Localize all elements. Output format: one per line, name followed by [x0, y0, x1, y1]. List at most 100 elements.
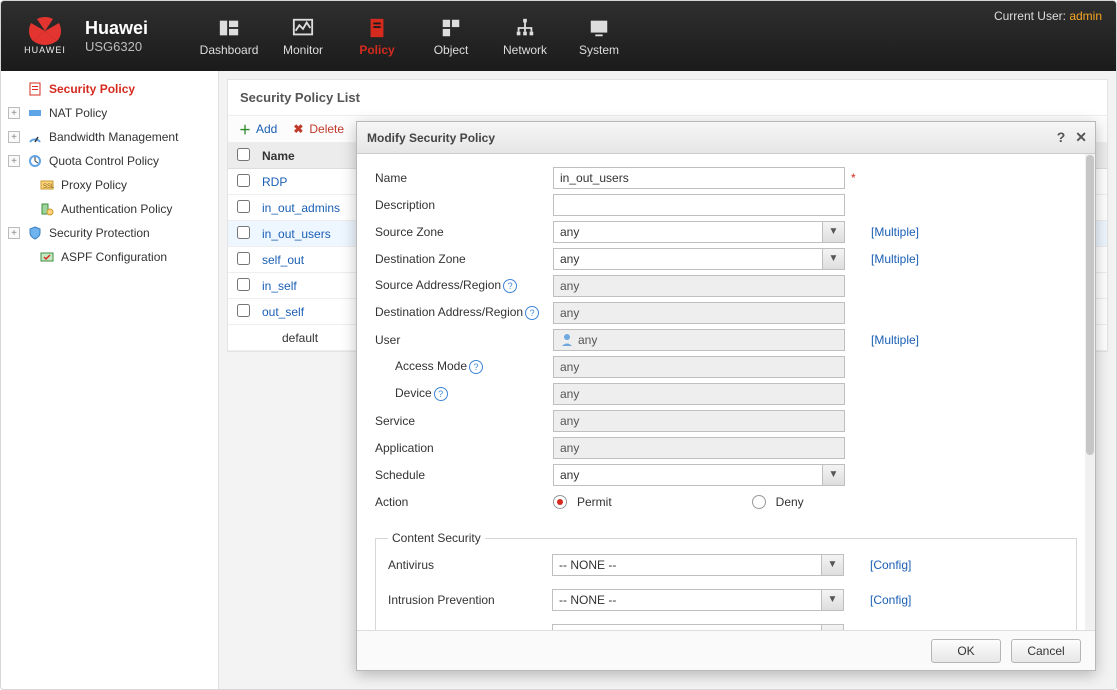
- label-schedule: Schedule: [375, 468, 553, 482]
- nav-label: Network: [488, 43, 562, 57]
- row-checkbox[interactable]: [237, 226, 250, 239]
- add-button[interactable]: ＋ Add: [238, 122, 277, 136]
- dialog-scrollbar[interactable]: [1085, 154, 1095, 630]
- app-frame: HUAWEI Huawei USG6320 Dashboard Monitor …: [0, 0, 1117, 690]
- antivirus-select[interactable]: -- NONE --▼: [552, 554, 844, 576]
- object-icon: [440, 17, 462, 39]
- nav-label: Object: [414, 43, 488, 57]
- row-name[interactable]: in_self: [258, 279, 297, 293]
- expand-icon[interactable]: +: [8, 131, 20, 143]
- modify-policy-dialog: Modify Security Policy ? ✕ Name * Descri…: [356, 121, 1096, 671]
- url-filtering-select[interactable]: block_social_nets ▼: [552, 624, 844, 631]
- row-checkbox[interactable]: [237, 200, 250, 213]
- row-name[interactable]: RDP: [258, 175, 287, 189]
- current-user: Current User: admin: [994, 9, 1102, 23]
- dialog-body: Name * Description Source Zone any▼ [Mul…: [357, 154, 1095, 630]
- content-security-group: Content Security Antivirus -- NONE --▼ […: [375, 531, 1077, 630]
- expand-icon[interactable]: +: [8, 155, 20, 167]
- application-field[interactable]: any: [553, 437, 845, 459]
- row-name[interactable]: in_out_admins: [258, 201, 340, 215]
- row-name[interactable]: in_out_users: [258, 227, 331, 241]
- sidebar-item-nat-policy[interactable]: + NAT Policy: [1, 101, 218, 125]
- sidebar-item-label: Quota Control Policy: [49, 154, 159, 168]
- add-label: Add: [256, 122, 277, 136]
- field-value: any: [560, 279, 579, 293]
- row-name[interactable]: out_self: [258, 305, 304, 319]
- cancel-button[interactable]: Cancel: [1011, 639, 1081, 663]
- user-icon: [560, 333, 574, 347]
- scrollbar-thumb[interactable]: [1086, 155, 1094, 455]
- brand-model: USG6320: [85, 39, 148, 54]
- chevron-down-icon: ▼: [821, 625, 843, 631]
- config-link[interactable]: [Config]: [870, 593, 911, 607]
- label-dest-addr: Destination Address/Region?: [375, 305, 553, 320]
- intrusion-select[interactable]: -- NONE --▼: [552, 589, 844, 611]
- sidebar-item-security-policy[interactable]: Security Policy: [1, 77, 218, 101]
- sidebar-item-bandwidth[interactable]: + Bandwidth Management: [1, 125, 218, 149]
- schedule-select[interactable]: any▼: [553, 464, 845, 486]
- row-checkbox[interactable]: [237, 278, 250, 291]
- help-icon[interactable]: ?: [469, 360, 483, 374]
- deny-radio[interactable]: [752, 495, 766, 509]
- label-service: Service: [375, 414, 553, 428]
- permit-radio[interactable]: [553, 495, 567, 509]
- expand-icon[interactable]: +: [8, 107, 20, 119]
- proxy-icon: SSL: [39, 177, 55, 193]
- nav-dashboard[interactable]: Dashboard: [192, 11, 266, 61]
- config-link[interactable]: [Config]: [870, 628, 911, 631]
- sidebar-item-label: Proxy Policy: [61, 178, 127, 192]
- label-user: User: [375, 333, 553, 347]
- sidebar-item-aspf[interactable]: ASPF Configuration: [1, 245, 218, 269]
- select-value: block_social_nets: [559, 628, 654, 631]
- aspf-icon: [39, 249, 55, 265]
- sidebar: Security Policy + NAT Policy + Bandwidth…: [1, 71, 219, 689]
- access-mode-field[interactable]: any: [553, 356, 845, 378]
- delete-button[interactable]: ✖ Delete: [291, 122, 344, 136]
- ok-button[interactable]: OK: [931, 639, 1001, 663]
- dialog-titlebar[interactable]: Modify Security Policy ? ✕: [357, 122, 1095, 154]
- shield-icon: [27, 225, 43, 241]
- dest-addr-field[interactable]: any: [553, 302, 845, 324]
- service-field[interactable]: any: [553, 410, 845, 432]
- label-url-filtering: URL Filtering: [388, 628, 552, 631]
- source-addr-field[interactable]: any: [553, 275, 845, 297]
- row-checkbox[interactable]: [237, 252, 250, 265]
- nav-network[interactable]: Network: [488, 11, 562, 61]
- dest-zone-select[interactable]: any ▼: [553, 248, 845, 270]
- multiple-link[interactable]: [Multiple]: [871, 333, 919, 347]
- multiple-link[interactable]: [Multiple]: [871, 252, 919, 266]
- col-name-header[interactable]: Name: [258, 149, 295, 163]
- sidebar-item-authentication[interactable]: Authentication Policy: [1, 197, 218, 221]
- row-name[interactable]: self_out: [258, 253, 304, 267]
- expand-icon[interactable]: +: [8, 227, 20, 239]
- row-checkbox[interactable]: [237, 174, 250, 187]
- multiple-link[interactable]: [Multiple]: [871, 225, 919, 239]
- nav-monitor[interactable]: Monitor: [266, 11, 340, 61]
- help-icon[interactable]: ?: [503, 279, 517, 293]
- select-value: any: [560, 252, 579, 266]
- description-input[interactable]: [553, 194, 845, 216]
- select-all-checkbox[interactable]: [237, 148, 250, 161]
- nav-object[interactable]: Object: [414, 11, 488, 61]
- device-field[interactable]: any: [553, 383, 845, 405]
- nav-system[interactable]: System: [562, 11, 636, 61]
- source-zone-select[interactable]: any▼: [553, 221, 845, 243]
- row-checkbox[interactable]: [237, 304, 250, 317]
- monitor-icon: [292, 17, 314, 39]
- select-value: -- NONE --: [559, 558, 616, 572]
- sidebar-item-proxy[interactable]: SSL Proxy Policy: [1, 173, 218, 197]
- config-link[interactable]: [Config]: [870, 558, 911, 572]
- sidebar-item-security-protection[interactable]: + Security Protection: [1, 221, 218, 245]
- row-name[interactable]: default: [258, 331, 318, 345]
- close-icon[interactable]: ✕: [1075, 129, 1087, 146]
- help-icon[interactable]: ?: [525, 306, 539, 320]
- field-value: any: [578, 333, 597, 347]
- help-icon[interactable]: ?: [434, 387, 448, 401]
- user-field[interactable]: any: [553, 329, 845, 351]
- help-icon[interactable]: ?: [1057, 129, 1066, 146]
- page-title: Security Policy List: [228, 80, 1107, 115]
- nav-policy[interactable]: Policy: [340, 11, 414, 61]
- chevron-down-icon: ▼: [822, 249, 844, 269]
- sidebar-item-quota[interactable]: + Quota Control Policy: [1, 149, 218, 173]
- name-input[interactable]: [553, 167, 845, 189]
